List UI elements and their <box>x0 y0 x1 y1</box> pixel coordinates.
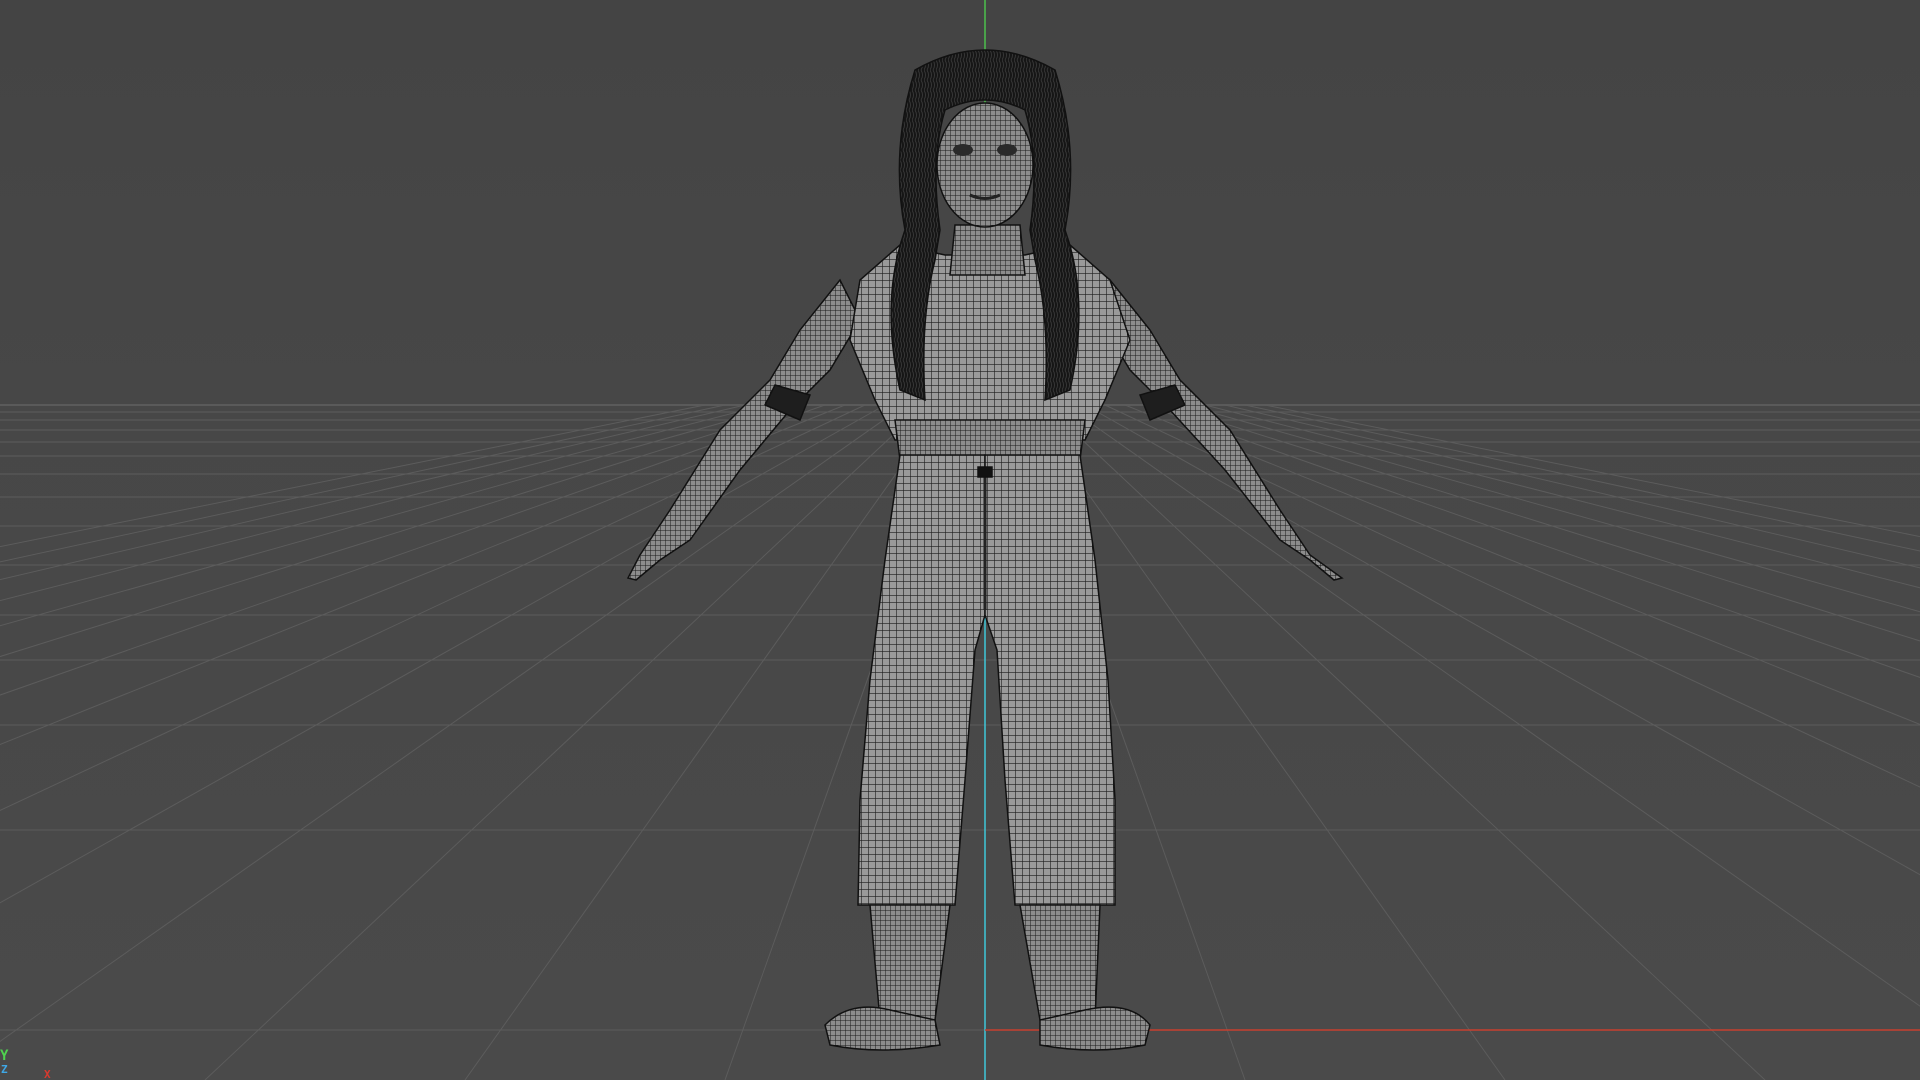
grid-line <box>1084 404 1920 876</box>
axis-x-label: X <box>44 1068 51 1080</box>
grid-line <box>1204 404 1920 589</box>
grid-line <box>0 404 846 746</box>
left-eye <box>953 144 973 156</box>
neck <box>949 224 1026 276</box>
grid-line <box>1104 404 1920 788</box>
grid-line <box>0 404 726 563</box>
grid-line <box>0 404 746 581</box>
grid-line <box>0 404 786 627</box>
grid-line <box>1184 404 1920 613</box>
axis-gizmo: Y Z X <box>0 1020 60 1080</box>
left-leg[interactable] <box>857 454 986 906</box>
face <box>936 102 1034 228</box>
right-shin <box>1019 904 1101 1021</box>
grid-line <box>0 404 766 602</box>
3d-viewport[interactable]: Y Z X <box>0 0 1920 1080</box>
grid-line <box>0 404 706 548</box>
grid-line <box>0 404 906 1042</box>
grid-line <box>0 404 866 812</box>
viewport-canvas[interactable] <box>0 0 1920 1080</box>
right-eye <box>997 144 1017 156</box>
grid-line <box>1244 404 1920 552</box>
grid-line <box>1224 404 1920 569</box>
left-shin <box>869 904 951 1021</box>
button <box>977 466 993 478</box>
grid-line <box>1124 404 1920 725</box>
right-leg[interactable] <box>984 454 1116 906</box>
torso-skin <box>894 419 1086 461</box>
grid-line <box>0 404 886 904</box>
grid-line <box>1064 404 1920 1007</box>
axis-y-label: Y <box>0 1048 9 1064</box>
axis-z-label: Z <box>1 1063 8 1076</box>
grid-line <box>1264 404 1920 538</box>
